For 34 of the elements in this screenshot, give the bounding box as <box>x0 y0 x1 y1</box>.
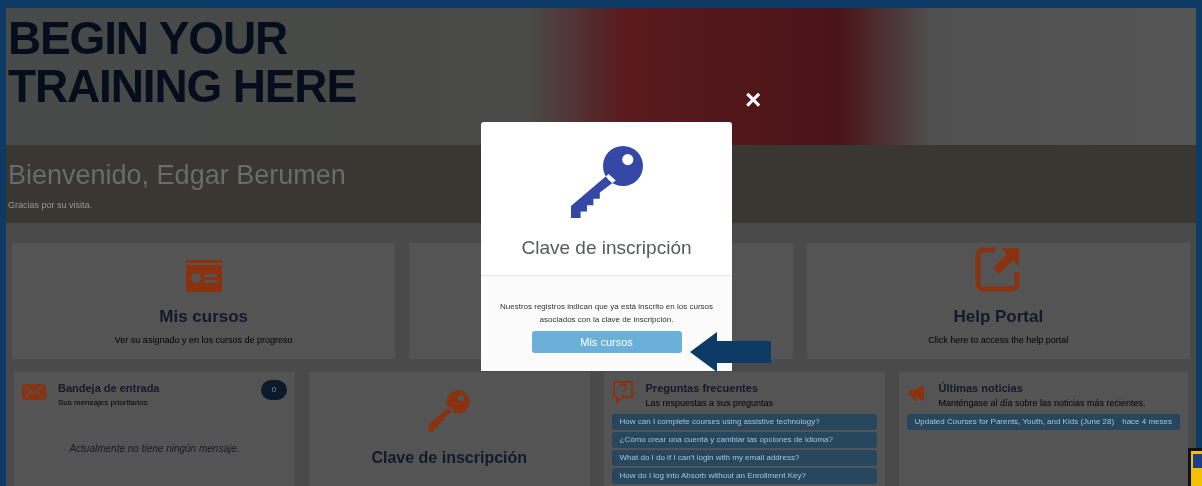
faq-link[interactable]: What do I do if I can't login with my email address? <box>611 450 877 466</box>
envelope-icon <box>22 384 46 400</box>
close-button[interactable]: × <box>745 86 762 114</box>
tile-description: Ver su asignado y en los cursos de progreso <box>114 333 293 347</box>
tile-title: Help Portal <box>953 306 1044 328</box>
faq-link[interactable]: How can I complete courses using assistive technology? <box>611 414 877 430</box>
message-count-badge: 0 <box>260 380 287 400</box>
panel-title: Bandeja de entrada <box>58 381 161 396</box>
key-icon <box>426 388 473 434</box>
modal-title: Clave de inscripción <box>521 236 692 260</box>
megaphone-icon <box>906 384 927 402</box>
faq-link[interactable]: How do I log into Absorb without an Enrollment Key? <box>611 468 877 484</box>
panel-title: Preguntas frecuentes <box>645 381 759 396</box>
logo-badge-icon <box>1188 448 1202 486</box>
panel-title: Últimas noticias <box>938 381 1024 396</box>
id-card-icon <box>185 260 222 292</box>
welcome-heading: Bienvenido, Edgar Berumen <box>8 158 346 192</box>
modal-message: Nuestros registros indican que ya está inscrito en los cursos asociados con la clave de inscripción. <box>499 301 714 326</box>
panel-subtitle: Las respuestas a sus preguntas <box>645 396 774 410</box>
faq-link[interactable]: ¿Cómo crear una cuenta y cambiar las opciones de idioma? <box>611 432 877 448</box>
panel-subtitle: Manténgase al día sobre las noticias más recientes. <box>938 396 1146 410</box>
arrow-icon <box>690 332 771 372</box>
tile-description: Click here to access the help portal <box>928 333 1069 347</box>
welcome-subtitle: Gracias por su visita. <box>8 199 93 213</box>
tile-title: Clave de inscripción <box>371 448 528 468</box>
news-headline: Updated Courses for Parents, Youth, and Kids (June 28) <box>914 416 1115 428</box>
panel-subtitle: Sus mensajes prioritarios <box>58 396 149 409</box>
external-link-icon <box>975 246 1022 292</box>
question-bubble-icon <box>611 380 634 404</box>
news-link[interactable]: Updated Courses for Parents, Youth, and Kids (June 28) hace 4 meses <box>906 414 1180 430</box>
hero-heading: BEGIN YOUR <box>8 14 288 62</box>
hero-heading: TRAINING HERE <box>8 62 356 110</box>
tile-title: Mis cursos <box>159 306 249 328</box>
news-age: hace 4 meses <box>1122 416 1172 428</box>
